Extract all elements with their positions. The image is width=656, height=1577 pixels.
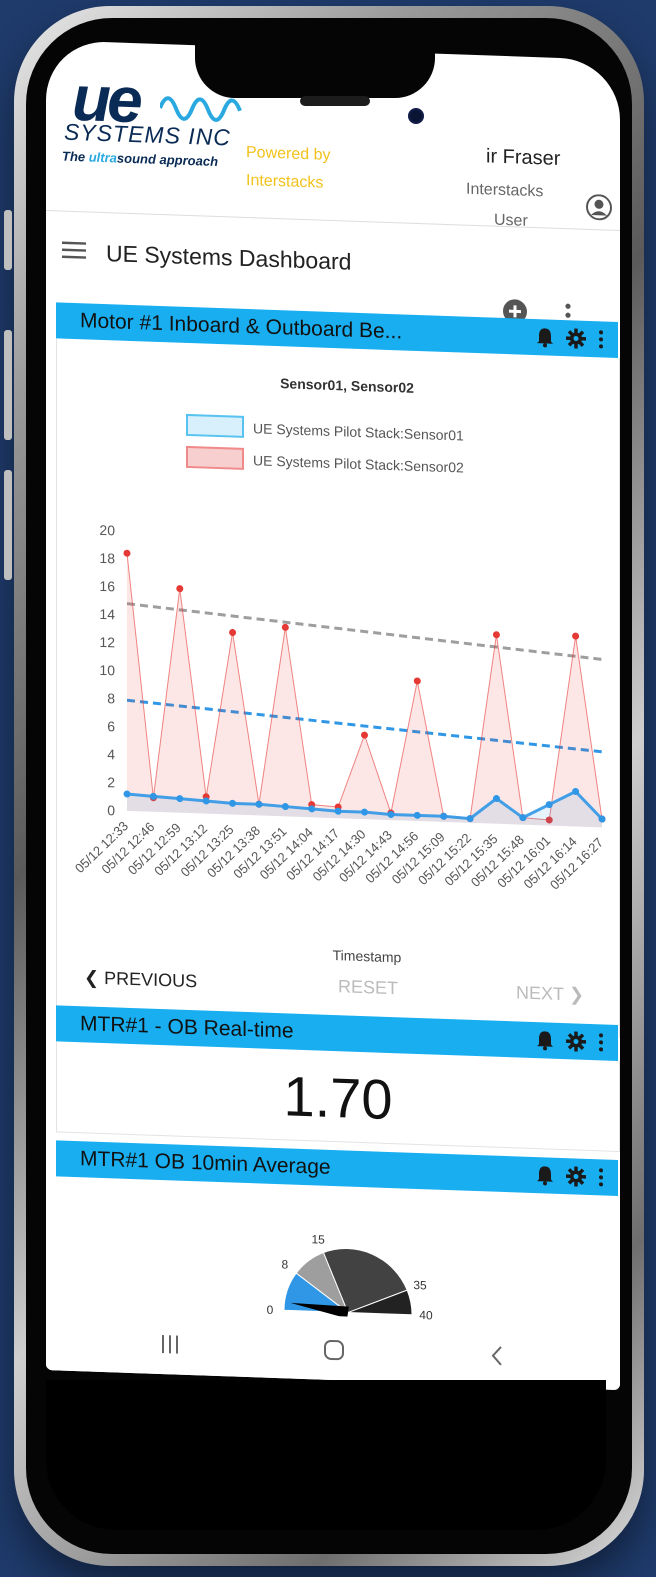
y-tick-label: 4: [107, 746, 115, 762]
average-gauge: 0 8 15 35 40: [267, 1232, 433, 1322]
legend-label-sensor02: UE Systems Pilot Stack:Sensor02: [253, 452, 464, 475]
data-point: [229, 629, 237, 637]
phone-notch: [195, 40, 435, 98]
data-point: [492, 631, 500, 639]
legend-label-sensor01: UE Systems Pilot Stack:Sensor01: [253, 420, 464, 443]
bell-icon[interactable]: [536, 327, 554, 353]
y-tick-label: 14: [99, 606, 115, 623]
gear-icon[interactable]: [566, 1031, 586, 1057]
phone-speaker: [300, 96, 370, 106]
more-vert-icon[interactable]: [598, 329, 604, 354]
logo-company-name: SYSTEMS INC: [64, 118, 231, 151]
widget-title: MTR#1 - OB Real-time: [80, 1012, 294, 1043]
gauge-widget-body: 0 8 15 35 40: [56, 1176, 618, 1326]
data-point: [413, 677, 421, 685]
legend-swatch-sensor01: [186, 413, 244, 438]
data-point: [176, 585, 184, 593]
data-point: [572, 632, 580, 640]
widget-title: Motor #1 Inboard & Outboard Be...: [80, 309, 403, 344]
gear-icon[interactable]: [566, 328, 586, 354]
bell-icon[interactable]: [536, 1165, 554, 1191]
user-name: ir Fraser: [486, 145, 561, 170]
hamburger-menu-icon[interactable]: [62, 241, 86, 260]
threshold-line: [126, 602, 603, 661]
chart-area: Sensor01, Sensor02 UE Systems Pilot Stac…: [56, 338, 620, 1039]
data-point: [123, 549, 131, 557]
series-area: [127, 553, 602, 828]
data-point: [281, 623, 289, 631]
y-tick-label: 12: [99, 634, 115, 651]
y-tick-label: 10: [99, 662, 115, 679]
gauge-tick-label: 8: [282, 1257, 289, 1271]
power-button: [4, 470, 12, 580]
sensor-line-chart: Sensor01, Sensor02 UE Systems Pilot Stac…: [72, 375, 606, 965]
account-icon[interactable]: [586, 194, 612, 221]
phone-bottom-bezel: [46, 1380, 606, 1530]
home-icon[interactable]: [322, 1338, 346, 1363]
gauge-tick-label: 0: [267, 1303, 274, 1317]
bell-icon[interactable]: [536, 1030, 554, 1056]
dashboard-titlebar: UE Systems Dashboard: [46, 210, 620, 327]
phone-screen: ue SYSTEMS INC The ultrasound approach P…: [46, 40, 620, 1391]
volume-button: [4, 330, 12, 440]
y-tick-label: 8: [107, 690, 115, 706]
back-icon[interactable]: [486, 1343, 510, 1368]
powered-by-text: Powered by Interstacks: [246, 143, 331, 192]
front-camera: [408, 108, 424, 124]
gauge-tick-label: 40: [419, 1308, 433, 1322]
chart-legend[interactable]: UE Systems Pilot Stack:Sensor01 UE Syste…: [186, 413, 464, 477]
previous-button[interactable]: ❮ PREVIOUS: [84, 967, 197, 992]
realtime-value: 1.70: [283, 1064, 393, 1132]
more-vert-icon[interactable]: [598, 1167, 604, 1192]
gauge-tick-label: 15: [311, 1232, 325, 1246]
x-axis-label: Timestamp: [333, 947, 402, 965]
gear-icon[interactable]: [566, 1166, 586, 1192]
volume-button: [4, 210, 12, 270]
y-tick-label: 2: [107, 774, 115, 790]
next-button[interactable]: NEXT ❯: [516, 982, 584, 1005]
chart-title: Sensor01, Sensor02: [280, 375, 414, 396]
reset-button[interactable]: RESET: [338, 976, 398, 999]
gauge-tick-label: 35: [413, 1278, 427, 1292]
user-org: Interstacks: [466, 180, 544, 201]
y-tick-label: 6: [107, 718, 115, 734]
realtime-widget-body: 1.70: [56, 1041, 620, 1153]
y-tick-label: 16: [99, 578, 115, 595]
data-point: [361, 731, 368, 739]
more-vert-icon[interactable]: [598, 1032, 604, 1057]
recent-apps-icon[interactable]: [158, 1332, 182, 1357]
y-tick-label: 18: [99, 550, 115, 567]
widget-title: MTR#1 OB 10min Average: [80, 1147, 331, 1179]
y-tick-label: 0: [107, 802, 115, 818]
page-title: UE Systems Dashboard: [106, 240, 352, 275]
legend-swatch-sensor02: [186, 445, 244, 470]
logo-tagline: The ultrasound approach: [62, 148, 219, 170]
y-tick-label: 20: [99, 522, 115, 539]
